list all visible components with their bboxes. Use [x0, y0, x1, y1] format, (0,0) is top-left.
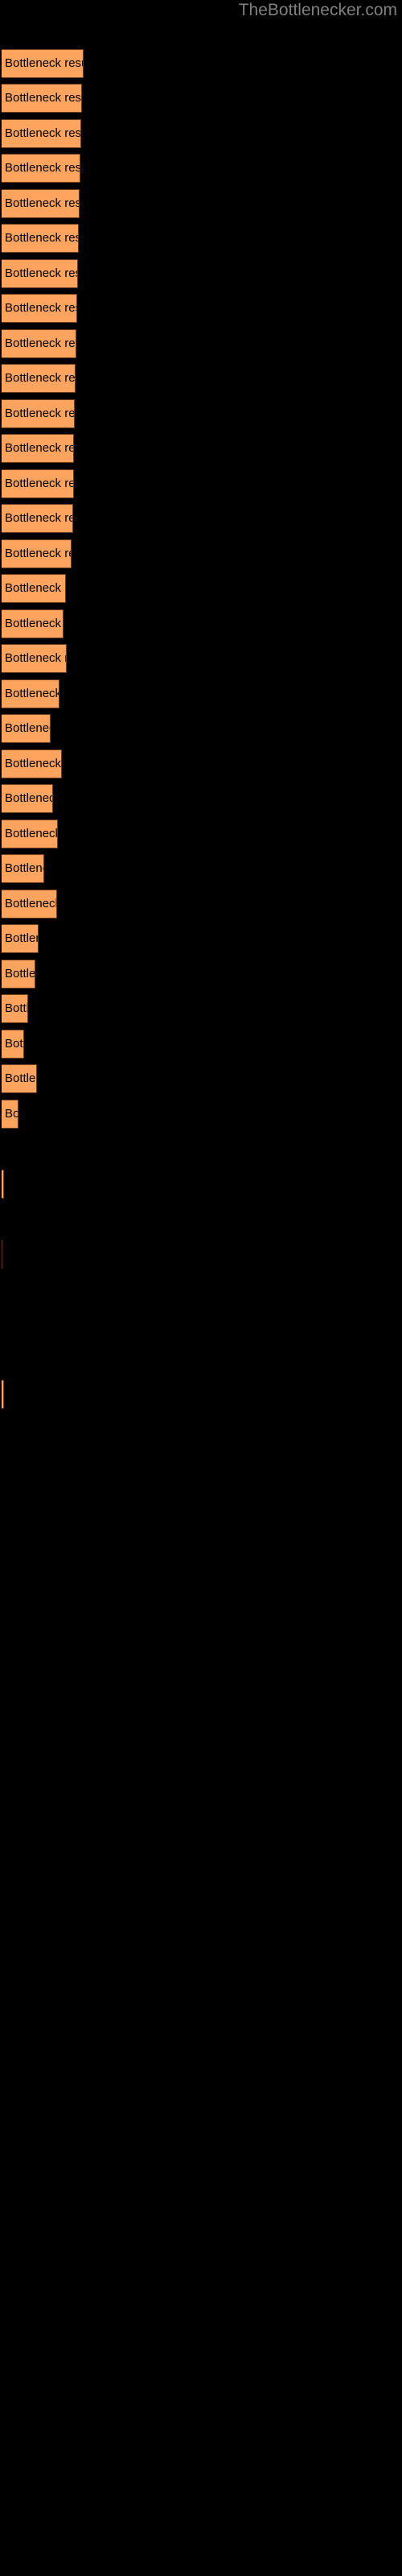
bar-18[interactable]: Bottleneck result — [2, 679, 59, 708]
bar-7[interactable]: Bottleneck result — [2, 294, 77, 323]
bar-label: Bottleneck result — [5, 1001, 28, 1015]
bar-11[interactable]: Bottleneck result — [2, 434, 74, 463]
bar-label: Bottleneck result — [5, 547, 71, 560]
bar-13[interactable]: Bottleneck result — [2, 504, 73, 533]
bar-28[interactable]: Bottleneck result — [2, 1030, 24, 1059]
bar-label: Bottleneck result — [5, 1037, 23, 1051]
bar-4[interactable]: Bottleneck result — [2, 189, 80, 218]
bar-label: Bottleneck result — [5, 827, 58, 840]
bar-33[interactable]: Bottleneck result — [2, 1380, 4, 1409]
bar-0[interactable]: Bottleneck result — [2, 49, 84, 78]
bar-19[interactable]: Bottleneck result — [2, 714, 51, 743]
bar-8[interactable]: Bottleneck result — [2, 329, 76, 358]
bar-15[interactable]: Bottleneck result — [2, 574, 66, 603]
bar-3[interactable]: Bottleneck result — [2, 154, 80, 183]
bar-label: Bottleneck result — [5, 231, 78, 245]
bar-30[interactable]: Bottleneck result — [2, 1100, 18, 1129]
bottleneck-bar-chart: Bottleneck result Bottleneck result Bottle… — [0, 0, 402, 2576]
bar-1[interactable]: Bottleneck result — [2, 84, 82, 113]
bar-31[interactable]: Bottleneck result — [2, 1170, 4, 1199]
bar-label: Bottleneck result — [5, 91, 82, 105]
bar-26[interactable]: Bottleneck result — [2, 960, 35, 989]
bar-6[interactable]: Bottleneck result — [2, 259, 78, 288]
bar-label: Bottleneck result — [5, 301, 76, 315]
bar-label: Bottleneck result — [5, 721, 50, 735]
bar-label: Bottleneck result — [5, 791, 52, 805]
bar-label: Bottleneck result — [5, 56, 83, 70]
bar-label: Bottleneck result — [5, 1107, 18, 1121]
bar-label: Bottleneck result — [5, 757, 62, 770]
bar-label: Bottleneck result — [5, 861, 43, 875]
bar-25[interactable]: Bottleneck result — [2, 924, 39, 953]
bar-20[interactable]: Bottleneck result — [2, 749, 62, 778]
bar-14[interactable]: Bottleneck result — [2, 539, 72, 568]
bar-label: Bottleneck result — [5, 407, 75, 420]
bar-22[interactable]: Bottleneck result — [2, 819, 58, 848]
bar-label: Bottleneck result — [5, 371, 76, 385]
bar-17[interactable]: Bottleneck result — [2, 644, 67, 673]
bar-label: Bottleneck result — [5, 931, 38, 945]
bar-24[interactable]: Bottleneck result — [2, 890, 57, 919]
bar-10[interactable]: Bottleneck result — [2, 399, 75, 428]
bar-2[interactable]: Bottleneck result — [2, 119, 81, 148]
bar-label: Bottleneck result — [5, 581, 65, 595]
bar-label: Bottleneck result — [5, 161, 80, 175]
bar-label: Bottleneck result — [5, 441, 73, 455]
bar-label: Bottleneck result — [5, 617, 63, 630]
bar-label: Bottleneck result — [5, 336, 76, 350]
bar-label: Bottleneck result — [5, 126, 81, 140]
bar-label: Bottleneck result — [5, 1071, 36, 1085]
bar-label: Bottleneck result — [5, 511, 72, 525]
bar-5[interactable]: Bottleneck result — [2, 224, 79, 253]
bar-label: Bottleneck result — [5, 196, 80, 210]
bar-12[interactable]: Bottleneck result — [2, 469, 74, 498]
bar-23[interactable]: Bottleneck result — [2, 854, 44, 883]
bar-label: Bottleneck result — [5, 897, 57, 910]
bar-21[interactable]: Bottleneck result — [2, 784, 53, 813]
bar-16[interactable]: Bottleneck result — [2, 609, 64, 638]
bar-label: Bottleneck result — [5, 687, 59, 700]
bar-label: Bottleneck result — [5, 477, 73, 490]
bar-label: Bottleneck result — [5, 266, 77, 280]
bar-label: Bottleneck result — [5, 651, 66, 665]
bar-9[interactable]: Bottleneck result — [2, 364, 76, 393]
bar-29[interactable]: Bottleneck result — [2, 1064, 37, 1093]
bar-label: Bottleneck result — [5, 967, 35, 980]
bar-27[interactable]: Bottleneck result — [2, 994, 28, 1023]
